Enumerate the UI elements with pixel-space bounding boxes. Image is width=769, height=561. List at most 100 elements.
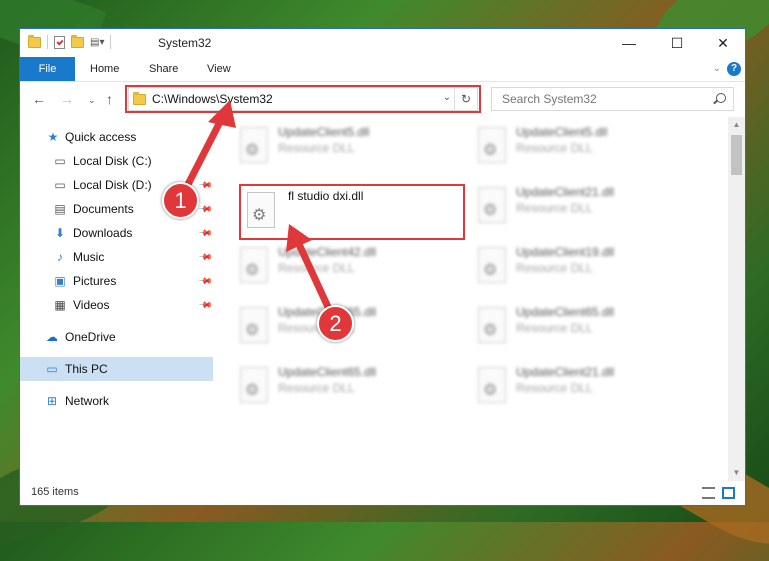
file-type: Resource DLL xyxy=(516,261,593,275)
tab-home[interactable]: Home xyxy=(90,57,119,81)
list-item[interactable]: UpdateClient42.dll Resource DLL xyxy=(230,243,450,293)
sidebar-item-local-disk-c[interactable]: ▭ Local Disk (C:) xyxy=(20,149,213,173)
new-folder-icon[interactable] xyxy=(71,34,84,48)
sidebar-item-label: Documents xyxy=(73,202,134,216)
list-item[interactable]: UpdateClient21.dll Resource DLL xyxy=(468,183,688,233)
pc-icon: ▭ xyxy=(46,362,58,376)
search-input[interactable] xyxy=(500,91,704,107)
download-icon: ⬇ xyxy=(54,226,66,240)
recent-locations-icon[interactable]: ⌄ xyxy=(88,95,96,106)
dll-file-icon xyxy=(240,127,268,163)
sidebar-item-label: OneDrive xyxy=(65,330,116,344)
expand-ribbon-icon[interactable]: ⌄ xyxy=(713,63,721,74)
scroll-down-icon[interactable]: ▼ xyxy=(728,465,745,481)
sidebar-item-videos[interactable]: ▦ Videos 📌 xyxy=(20,293,213,317)
pictures-icon: ▣ xyxy=(54,274,66,288)
address-highlight xyxy=(125,85,481,113)
pin-icon[interactable]: 📌 xyxy=(198,297,213,313)
ribbon-tabs: File Home Share View ⌄ ? xyxy=(20,57,745,82)
network-icon: ⊞ xyxy=(46,394,58,408)
sidebar-item-label: Downloads xyxy=(73,226,133,240)
star-icon: ★ xyxy=(47,130,59,144)
step-badge-2: 2 xyxy=(317,305,354,342)
status-bar: 165 items xyxy=(20,481,745,505)
file-type: Resource DLL xyxy=(516,141,593,155)
dll-file-icon xyxy=(240,307,268,343)
sidebar-item-label: Local Disk (C:) xyxy=(73,154,152,168)
help-icon[interactable]: ? xyxy=(727,62,741,76)
sidebar-item-label: Music xyxy=(73,250,105,264)
forward-arrow-icon[interactable]: → xyxy=(60,91,74,107)
divider xyxy=(47,35,48,49)
file-type: Resource DLL xyxy=(516,201,593,215)
file-name: UpdateClient19.dll xyxy=(516,245,615,259)
highlighted-file-item[interactable]: fl studio dxi.dll xyxy=(239,184,465,240)
divider xyxy=(110,35,112,49)
customize-toolbar-icon[interactable]: ▤▾ xyxy=(90,37,104,48)
details-view-icon[interactable] xyxy=(702,487,715,499)
sidebar-item-quick-access[interactable]: ★ Quick access xyxy=(20,125,213,149)
file-type: Resource DLL xyxy=(516,381,593,395)
explorer-window: ▤▾ System32 — ☐ ✕ File Home Share View ⌄… xyxy=(19,28,746,506)
file-type: Resource DLL xyxy=(278,141,355,155)
sidebar-item-pictures[interactable]: ▣ Pictures 📌 xyxy=(20,269,213,293)
sidebar-item-label: Videos xyxy=(73,298,110,312)
sidebar-item-label: Quick access xyxy=(65,130,137,144)
tab-share[interactable]: Share xyxy=(149,57,178,81)
back-arrow-icon[interactable]: ← xyxy=(32,91,46,107)
scroll-up-icon[interactable]: ▲ xyxy=(728,117,745,133)
sidebar-item-this-pc[interactable]: ▭ This PC xyxy=(20,357,213,381)
properties-icon[interactable] xyxy=(54,35,65,49)
list-item[interactable]: UpdateClient5.dll Resource DLL xyxy=(468,123,688,173)
large-icons-view-icon[interactable] xyxy=(722,487,735,499)
list-item[interactable]: UpdateClient65.dll Resource DLL xyxy=(230,363,450,413)
up-arrow-icon[interactable]: ↑ xyxy=(106,91,113,107)
tab-file[interactable]: File xyxy=(20,57,75,81)
close-button[interactable]: ✕ xyxy=(700,29,746,57)
sidebar-item-onedrive[interactable]: ☁ OneDrive xyxy=(20,325,213,349)
pin-icon[interactable]: 📌 xyxy=(198,273,213,289)
sidebar-item-network[interactable]: ⊞ Network xyxy=(20,389,213,413)
dll-file-icon xyxy=(478,307,506,343)
scroll-thumb[interactable] xyxy=(731,135,742,175)
file-name: UpdateClient5.dll xyxy=(516,125,608,139)
tab-view[interactable]: View xyxy=(207,57,231,81)
navigation-bar: ← → ⌄ ↑ C:\Windows\System32 ⌄ ↻ xyxy=(20,82,745,116)
list-item[interactable]: UpdateClient21.dll Resource DLL xyxy=(468,363,688,413)
file-type: Resource DLL xyxy=(278,381,355,395)
list-item[interactable]: UpdateClient5.dll Resource DLL xyxy=(230,123,450,173)
documents-icon: ▤ xyxy=(54,202,66,216)
file-name: UpdateClient5.dll xyxy=(278,125,370,139)
vertical-scrollbar[interactable]: ▲ ▼ xyxy=(728,117,745,481)
pin-icon[interactable]: 📌 xyxy=(198,225,213,241)
search-icon[interactable] xyxy=(716,93,726,103)
item-count: 165 items xyxy=(31,486,79,498)
navigation-pane: ★ Quick access ▭ Local Disk (C:) ▭ Local… xyxy=(20,120,213,460)
search-box[interactable] xyxy=(491,87,734,111)
file-name: UpdateClient21.dll xyxy=(516,365,615,379)
maximize-button[interactable]: ☐ xyxy=(654,29,700,57)
pin-icon[interactable]: 📌 xyxy=(198,201,213,217)
dll-file-icon xyxy=(247,192,275,228)
title-bar: ▤▾ System32 — ☐ ✕ xyxy=(20,29,745,57)
dll-file-icon xyxy=(478,367,506,403)
pin-icon[interactable]: 📌 xyxy=(198,249,213,265)
file-name: fl studio dxi.dll xyxy=(288,189,364,203)
onedrive-icon: ☁ xyxy=(46,330,58,344)
sidebar-item-label: This PC xyxy=(65,362,108,376)
minimize-button[interactable]: — xyxy=(606,29,652,57)
list-item[interactable]: UpdateClient19.dll Resource DLL xyxy=(468,243,688,293)
sidebar-item-label: Local Disk (D:) xyxy=(73,178,152,192)
dll-file-icon xyxy=(478,187,506,223)
file-type: Resource DLL xyxy=(516,321,593,335)
pin-icon[interactable]: 📌 xyxy=(198,177,213,193)
music-icon: ♪ xyxy=(57,250,63,264)
file-name: UpdateClient65.dll xyxy=(516,305,615,319)
file-name: UpdateClient42.dll xyxy=(278,245,377,259)
list-item[interactable]: UpdateClient65.dll Resource DLL xyxy=(468,303,688,353)
dll-file-icon xyxy=(240,247,268,283)
sidebar-item-downloads[interactable]: ⬇ Downloads 📌 xyxy=(20,221,213,245)
dll-file-icon xyxy=(240,367,268,403)
sidebar-item-music[interactable]: ♪ Music 📌 xyxy=(20,245,213,269)
file-name: UpdateClient21.dll xyxy=(516,185,615,199)
